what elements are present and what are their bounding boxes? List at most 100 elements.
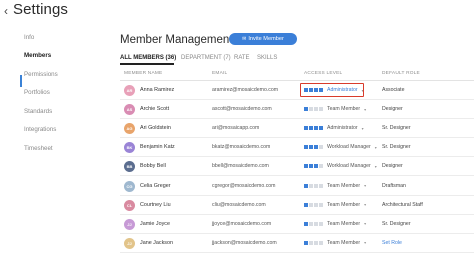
access-bar (309, 183, 313, 188)
avatar: AS (124, 104, 135, 116)
access-bar (309, 202, 313, 207)
mail-icon: ✉ (242, 36, 247, 42)
default-role[interactable]: Sr. Designer (382, 125, 411, 131)
sidebar-item-standards[interactable]: Standards (24, 108, 52, 116)
chevron-down-icon: ▾ (364, 221, 367, 227)
column-header-access[interactable]: ACCESS LEVEL (304, 71, 342, 76)
table-row[interactable]: CG Celia Greger cgregor@mosaicdemo.com T… (120, 177, 474, 196)
table-row[interactable]: BB Bobby Bell bbell@mosaicdemo.com Workl… (120, 157, 474, 177)
member-email: aramirez@mosaicdemo.com (212, 87, 279, 93)
access-level-dropdown[interactable]: Administrator ▾ (304, 124, 364, 132)
avatar: BK (124, 142, 135, 154)
default-role[interactable]: Associate (382, 87, 405, 93)
member-email: bkatz@mosaicdemo.com (212, 144, 271, 151)
access-bar (319, 145, 323, 150)
table-row[interactable]: JJ Jane Jackson jjackson@mosaicdemo.com … (120, 234, 474, 253)
column-header-name[interactable]: MEMBER NAME (124, 71, 162, 76)
access-level-label: Administrator (327, 125, 358, 132)
invite-member-button[interactable]: ✉ Invite Member (229, 33, 297, 45)
access-bar (319, 126, 323, 131)
tab-department[interactable]: DEPARTMENT (7) (181, 54, 231, 62)
access-level-dropdown[interactable]: Workload Manager ▾ (304, 143, 377, 151)
column-header-email[interactable]: EMAIL (212, 71, 227, 76)
default-role[interactable]: Draftsman (382, 183, 406, 189)
active-tab-underline (120, 63, 174, 65)
avatar: JJ (124, 218, 135, 230)
tab-rate[interactable]: RATE (234, 54, 250, 62)
sidebar-item-members[interactable]: Members (24, 52, 51, 60)
access-bar (314, 183, 318, 188)
access-bar (319, 107, 323, 112)
table-row[interactable]: AR Anna Ramirez aramirez@mosaicdemo.com … (120, 81, 474, 100)
default-role[interactable]: Architectural Staff (382, 202, 423, 208)
access-bar (304, 183, 308, 188)
access-level-label: Team Member (327, 220, 361, 227)
access-bar (309, 240, 313, 245)
sidebar-item-info[interactable]: Info (24, 34, 34, 42)
highlight-box (300, 83, 364, 97)
access-bar (314, 221, 318, 226)
access-level-dropdown[interactable]: Team Member ▾ (304, 201, 366, 209)
access-level-indicator (304, 240, 323, 245)
access-bar (314, 164, 318, 169)
avatar: CL (124, 199, 135, 211)
access-level-indicator (304, 126, 323, 131)
access-level-indicator (304, 183, 323, 188)
table-row[interactable]: BK Benjamin Katz bkatz@mosaicdemo.com Wo… (120, 138, 474, 158)
access-level-label: Workload Manager (327, 144, 371, 151)
avatar: JJ (124, 237, 135, 249)
default-role[interactable]: Sr. Designer (382, 144, 411, 150)
default-role[interactable]: Set Role (382, 240, 402, 246)
table-row[interactable]: CL Courtney Liu cliu@mosaicdemo.com Team… (120, 196, 474, 215)
member-name[interactable]: Archie Scott (140, 106, 169, 112)
member-email: jjackson@mosaicdemo.com (212, 239, 277, 246)
access-level-dropdown[interactable]: Team Member ▾ (304, 182, 366, 190)
sidebar-item-timesheet[interactable]: Timesheet (24, 145, 53, 153)
access-level-indicator (304, 145, 323, 150)
access-bar (309, 164, 313, 169)
avatar: AG (124, 123, 135, 135)
default-role[interactable]: Sr. Designer (382, 221, 411, 227)
sidebar-item-portfolios[interactable]: Portfolios (24, 89, 50, 97)
back-chevron-icon[interactable]: ‹ (1, 4, 11, 18)
column-header-role[interactable]: DEFAULT ROLE (382, 71, 420, 76)
member-email: cgregor@mosaicdemo.com (212, 182, 276, 189)
member-email: cliu@mosaicdemo.com (212, 201, 266, 208)
access-level-dropdown[interactable]: Team Member ▾ (304, 220, 366, 228)
chevron-down-icon: ▾ (364, 240, 367, 246)
member-name[interactable]: Anna Ramirez (140, 87, 174, 93)
default-role[interactable]: Designer (382, 163, 403, 169)
access-bar (319, 183, 323, 188)
sidebar-item-integrations[interactable]: Integrations (24, 126, 56, 134)
member-name[interactable]: Ari Goldstein (140, 125, 171, 131)
access-level-dropdown[interactable]: Team Member ▾ (304, 239, 366, 247)
tab-all-members[interactable]: ALL MEMBERS (36) (120, 54, 176, 62)
member-name[interactable]: Jamie Joyce (140, 221, 170, 227)
access-level-dropdown[interactable]: Workload Manager ▾ (304, 162, 377, 170)
access-bar (314, 145, 318, 150)
table-row[interactable]: AS Archie Scott ascott@mosaicdemo.com Te… (120, 100, 474, 120)
invite-member-label: Invite Member (248, 36, 284, 42)
member-name[interactable]: Courtney Liu (140, 202, 171, 208)
chevron-down-icon: ▾ (361, 125, 364, 131)
access-level-label: Team Member (327, 201, 361, 208)
access-bar (309, 145, 313, 150)
access-level-indicator (304, 221, 323, 226)
access-bar (314, 240, 318, 245)
table-row[interactable]: AG Ari Goldstein ari@mosaicapp.com Admin… (120, 119, 474, 139)
access-level-dropdown[interactable]: Team Member ▾ (304, 105, 366, 113)
member-name[interactable]: Celia Greger (140, 183, 171, 189)
tab-skills[interactable]: SKILLS (257, 54, 277, 62)
access-bar (304, 202, 308, 207)
access-bar (304, 240, 308, 245)
sidebar-item-permissions[interactable]: Permissions (24, 71, 58, 79)
table-row[interactable]: JJ Jamie Joyce jjoyce@mosaicdemo.com Tea… (120, 215, 474, 234)
member-name[interactable]: Benjamin Katz (140, 144, 175, 150)
member-name[interactable]: Bobby Bell (140, 163, 166, 169)
member-name[interactable]: Jane Jackson (140, 240, 173, 246)
default-role[interactable]: Designer (382, 106, 403, 112)
access-bar (304, 126, 308, 131)
member-email: ari@mosaicapp.com (212, 125, 260, 132)
access-level-indicator (304, 164, 323, 169)
chevron-down-icon: ▾ (374, 163, 377, 169)
